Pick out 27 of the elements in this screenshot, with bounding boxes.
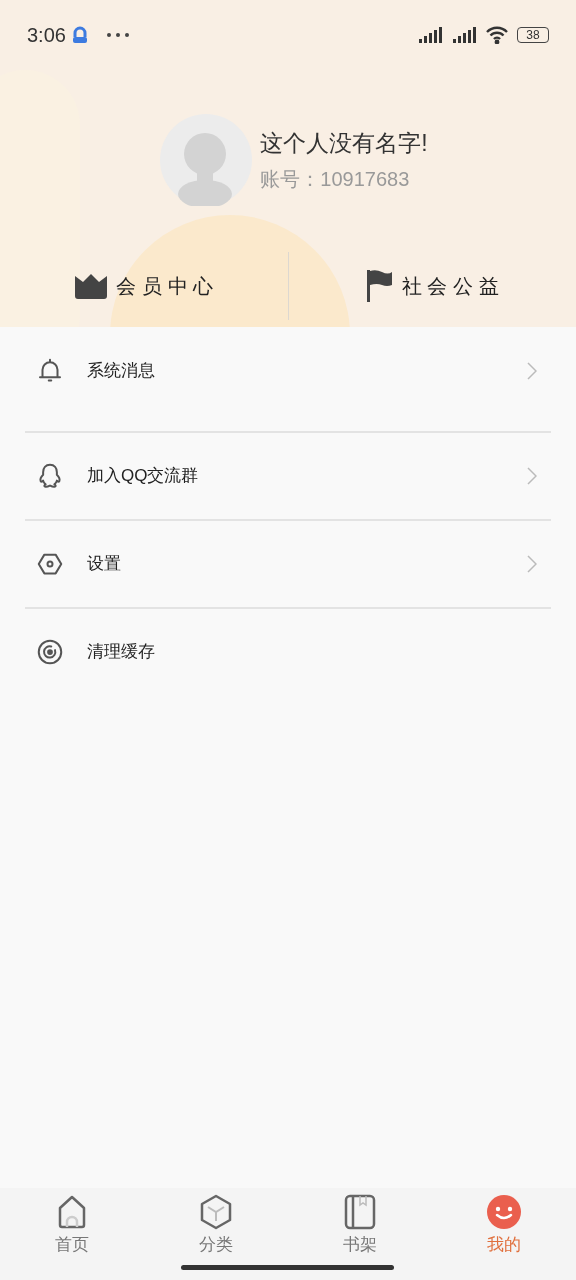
user-name: 这个人没有名字! [260,128,428,158]
menu-label: 系统消息 [87,360,155,383]
menu-label: 加入QQ交流群 [87,465,199,488]
charity-button[interactable]: 社 会 公 益 [365,269,499,303]
smiley-icon [486,1194,522,1230]
tab-item[interactable]: 书架 [288,1194,432,1258]
more-icon [105,32,130,38]
menu-item[interactable]: 清理缓存 [25,609,551,695]
signal-icon [451,26,477,44]
battery-indicator: 38 [517,27,549,43]
flag-icon [365,269,394,303]
account-number: 账号：10917683 [260,167,411,193]
tab-item[interactable]: 分类 [144,1194,288,1258]
menu-item[interactable]: 设置 [25,521,551,607]
signal-icon [417,26,443,44]
wifi-icon [485,26,509,44]
member-center-button[interactable]: 会 员 中 心 [74,271,214,301]
target-icon [35,637,65,667]
menu-item[interactable]: 系统消息 [25,327,551,431]
clock: 3:06 [27,23,66,48]
cube-icon [199,1194,233,1230]
book-icon [343,1194,377,1230]
menu-item[interactable]: 加入QQ交流群 [25,433,551,519]
menu-label: 清理缓存 [87,641,155,664]
tab-item[interactable]: 首页 [0,1194,144,1258]
menu-label: 设置 [87,553,121,576]
crown-icon [74,273,109,299]
